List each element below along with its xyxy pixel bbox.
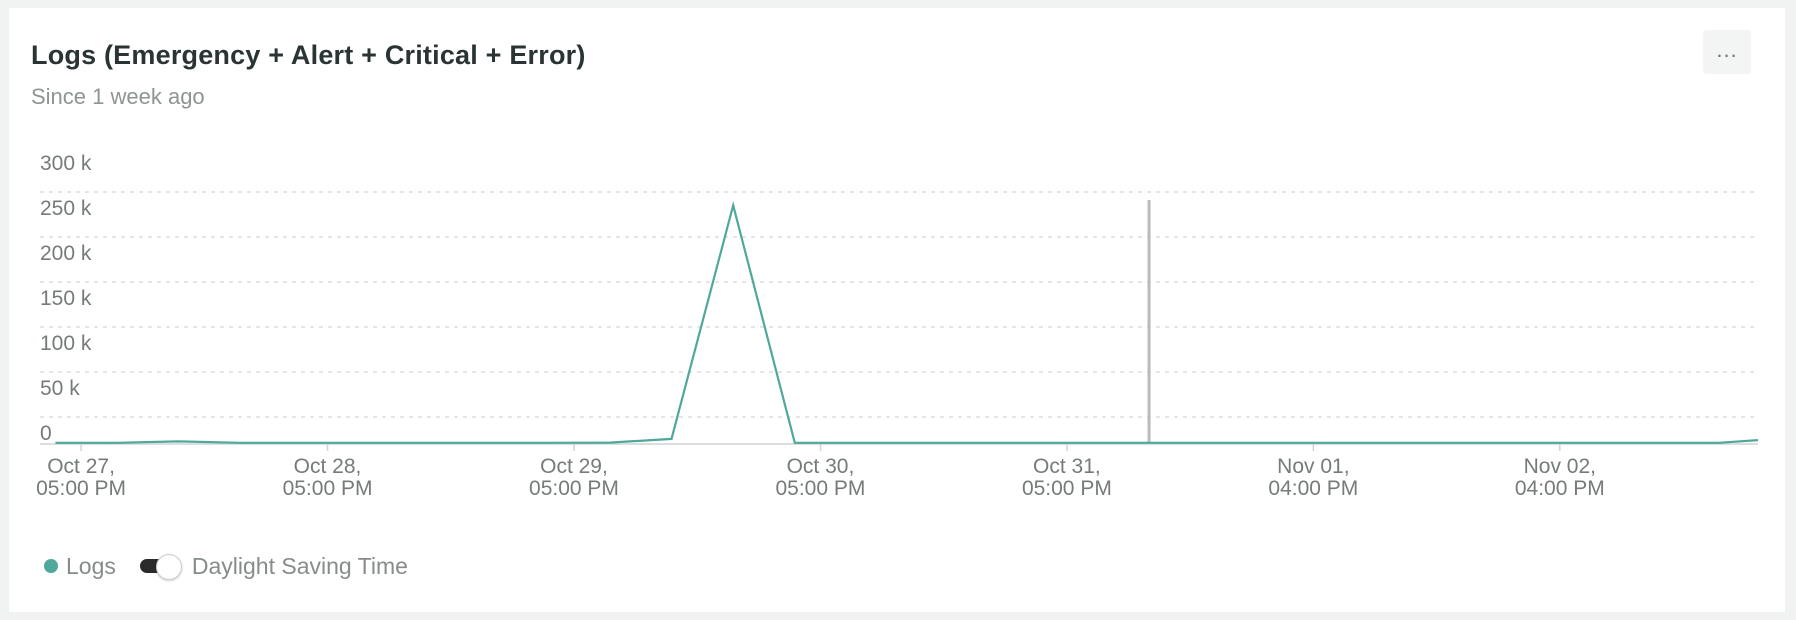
y-tick-label: 250 k — [40, 197, 92, 220]
daylight-saving-label: Daylight Saving Time — [191, 552, 408, 579]
legend-series-swatch — [44, 559, 58, 573]
x-tick-label: Oct 30, — [787, 455, 855, 478]
chart-legend: Logs Daylight Saving Time — [44, 551, 408, 581]
legend-series-label[interactable]: Logs — [66, 553, 116, 580]
x-tick-label: 05:00 PM — [529, 477, 619, 500]
x-tick-label: Nov 02, — [1524, 455, 1596, 478]
x-tick-label: Oct 29, — [540, 455, 608, 478]
x-tick-label: 04:00 PM — [1515, 477, 1605, 500]
y-tick-label: 150 k — [40, 287, 92, 310]
x-tick-label: Oct 28, — [294, 455, 362, 478]
daylight-saving-toggle[interactable] — [139, 554, 182, 580]
x-tick-label: 05:00 PM — [283, 477, 373, 500]
x-tick-label: Nov 01, — [1277, 455, 1349, 478]
x-tick-label: Oct 27, — [47, 455, 115, 478]
x-tick-label: 05:00 PM — [36, 477, 126, 500]
x-tick-label: 04:00 PM — [1268, 477, 1358, 500]
line-chart: 050 k100 k150 k200 k250 k300 kOct 27,05:… — [36, 152, 1759, 500]
y-tick-label: 50 k — [40, 377, 80, 400]
x-tick-label: 05:00 PM — [775, 477, 865, 500]
series-line-logs — [55, 201, 1759, 444]
x-tick-label: 05:00 PM — [1022, 477, 1112, 500]
toggle-knob — [155, 554, 182, 580]
y-tick-label: 100 k — [40, 332, 92, 355]
y-tick-label: 200 k — [40, 242, 92, 265]
x-tick-label: Oct 31, — [1033, 455, 1101, 478]
y-tick-label: 300 k — [40, 152, 92, 175]
y-tick-label: 0 — [40, 422, 52, 445]
